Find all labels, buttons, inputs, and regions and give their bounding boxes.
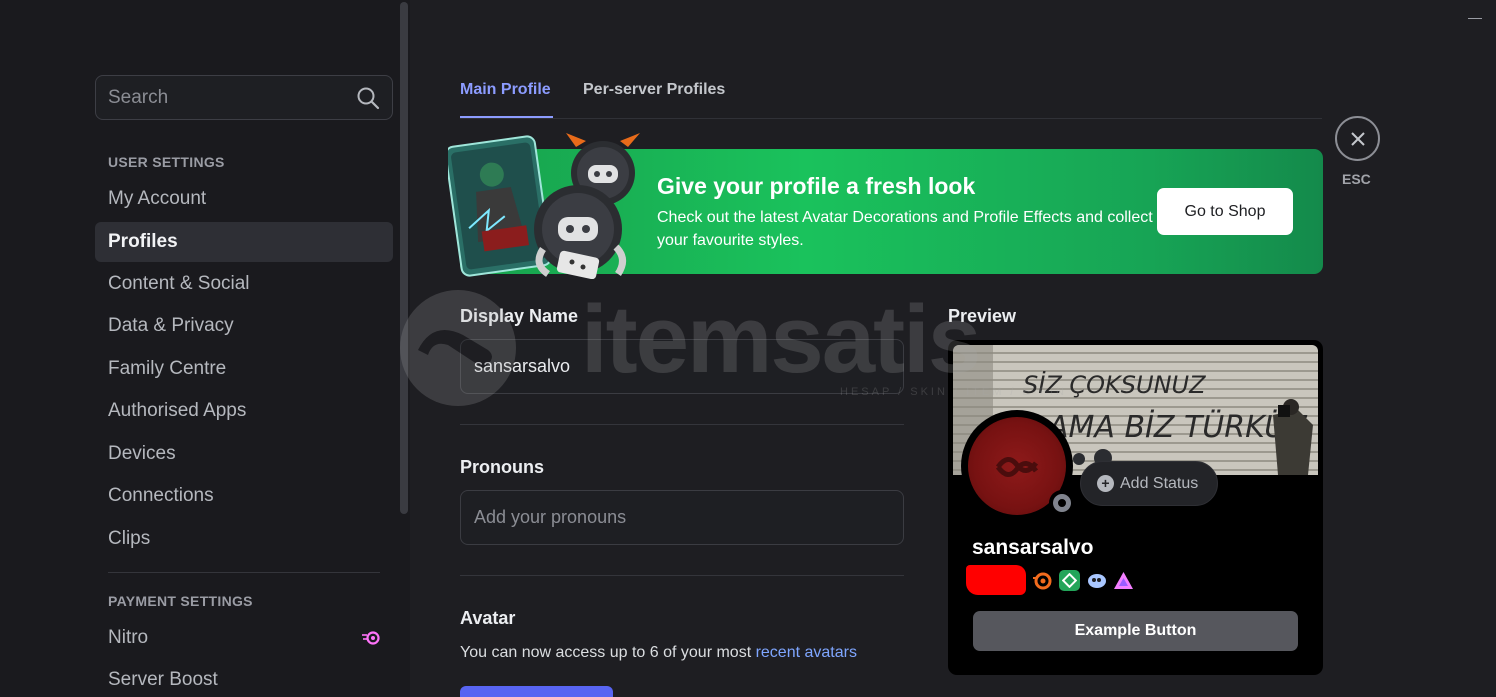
sidebar-item-label: Authorised Apps bbox=[108, 400, 247, 421]
search-placeholder: Search bbox=[108, 86, 169, 108]
active-tab-indicator bbox=[460, 116, 553, 118]
plus-icon: + bbox=[1097, 475, 1114, 492]
tab-per-server-profiles[interactable]: Per-server Profiles bbox=[583, 81, 725, 99]
preview-username: sansarsalvo bbox=[972, 536, 1094, 559]
esc-label: ESC bbox=[1342, 171, 1371, 187]
add-status-label: Add Status bbox=[1120, 474, 1199, 492]
close-button[interactable] bbox=[1335, 116, 1380, 161]
sidebar-item-devices[interactable]: Devices bbox=[95, 434, 393, 474]
avatar-ring bbox=[961, 410, 1075, 522]
sidebar-item-nitro[interactable]: Nitro bbox=[95, 618, 393, 658]
banner-graffiti-line2: AMA BİZ TÜRKÜZ bbox=[1046, 409, 1308, 445]
sidebar-scrollbar[interactable] bbox=[400, 2, 408, 514]
add-status-button[interactable]: + Add Status bbox=[1080, 461, 1218, 506]
display-name-value: sansarsalvo bbox=[474, 356, 571, 376]
offline-status-icon bbox=[1053, 494, 1071, 512]
sidebar-item-server-boost[interactable]: Server Boost bbox=[95, 660, 393, 697]
profile-tabs: Main Profile Per-server Profiles bbox=[460, 78, 1322, 119]
close-icon bbox=[1350, 131, 1365, 146]
sidebar-item-label: Connections bbox=[108, 485, 214, 506]
avatar-description: You can now access up to 6 of your most … bbox=[460, 644, 857, 662]
quest-badge-icon[interactable] bbox=[1086, 570, 1107, 591]
sidebar-item-family-centre[interactable]: Family Centre bbox=[95, 349, 393, 389]
settings-sidebar: Search USER SETTINGS My Account Profiles… bbox=[0, 0, 410, 697]
tab-main-profile[interactable]: Main Profile bbox=[460, 81, 551, 99]
user-settings-header: USER SETTINGS bbox=[108, 154, 225, 170]
preview-label: Preview bbox=[948, 306, 1017, 326]
sidebar-item-label: Content & Social bbox=[108, 273, 250, 294]
search-input[interactable]: Search bbox=[95, 75, 393, 120]
pronouns-placeholder: Add your pronouns bbox=[474, 507, 627, 527]
recent-avatars-link[interactable]: recent avatars bbox=[756, 644, 857, 661]
banner-graffiti-line1: SİZ ÇOKSUNUZ bbox=[1023, 370, 1206, 399]
banner-description: Check out the latest Avatar Decorations … bbox=[657, 209, 1153, 249]
avatar-label: Avatar bbox=[460, 608, 516, 628]
example-button[interactable]: Example Button bbox=[973, 611, 1298, 651]
sidebar-item-label: My Account bbox=[108, 188, 207, 209]
sidebar-item-connections[interactable]: Connections bbox=[95, 476, 393, 516]
pronouns-field[interactable]: Add your pronouns bbox=[460, 490, 904, 545]
badge-row bbox=[966, 565, 1134, 595]
payment-settings-header: PAYMENT SETTINGS bbox=[108, 593, 253, 609]
nitro-icon bbox=[362, 631, 380, 645]
sidebar-item-label: Clips bbox=[108, 528, 151, 549]
sidebar-item-data-privacy[interactable]: Data & Privacy bbox=[95, 306, 393, 346]
search-icon bbox=[357, 87, 380, 109]
sidebar-item-profiles[interactable]: Profiles bbox=[95, 222, 393, 262]
sidebar-divider bbox=[108, 572, 380, 573]
section-divider bbox=[460, 424, 904, 425]
go-to-shop-button[interactable]: Go to Shop bbox=[1157, 188, 1293, 235]
status-bubble-dot bbox=[1073, 453, 1085, 465]
avatar-decorations-illustration bbox=[448, 133, 640, 279]
banner-title: Give your profile a fresh look bbox=[657, 173, 976, 199]
sidebar-item-label: Server Boost bbox=[108, 669, 218, 690]
pronouns-label: Pronouns bbox=[460, 457, 544, 477]
section-divider bbox=[460, 575, 904, 576]
avatar-description-text: You can now access up to 6 of your most bbox=[460, 644, 756, 661]
profile-preview-card: SİZ ÇOKSUNUZ AMA BİZ TÜRKÜZ + Add Status… bbox=[948, 340, 1323, 675]
server-boost-badge-icon[interactable] bbox=[1059, 569, 1080, 591]
sidebar-item-label: Profiles bbox=[108, 231, 178, 252]
sidebar-item-label: Family Centre bbox=[108, 358, 227, 379]
sidebar-item-content-social[interactable]: Content & Social bbox=[95, 264, 393, 304]
display-name-label: Display Name bbox=[460, 306, 579, 326]
sidebar-item-my-account[interactable]: My Account bbox=[95, 179, 393, 219]
sidebar-item-label: Data & Privacy bbox=[108, 315, 234, 336]
shop-promo-banner: Give your profile a fresh look Check out… bbox=[448, 133, 1323, 279]
display-name-field[interactable]: sansarsalvo bbox=[460, 339, 904, 394]
redacted-area bbox=[966, 565, 1026, 595]
change-avatar-button[interactable] bbox=[460, 686, 613, 697]
nitro-badge-icon[interactable] bbox=[1032, 570, 1053, 591]
minimize-icon[interactable] bbox=[1468, 18, 1482, 19]
status-indicator bbox=[1049, 490, 1075, 516]
sidebar-item-label: Nitro bbox=[108, 627, 149, 648]
sidebar-item-authorised-apps[interactable]: Authorised Apps bbox=[95, 391, 393, 431]
sidebar-item-clips[interactable]: Clips bbox=[95, 519, 393, 559]
hypesquad-badge-icon[interactable] bbox=[1113, 570, 1134, 591]
sidebar-item-label: Devices bbox=[108, 443, 176, 464]
